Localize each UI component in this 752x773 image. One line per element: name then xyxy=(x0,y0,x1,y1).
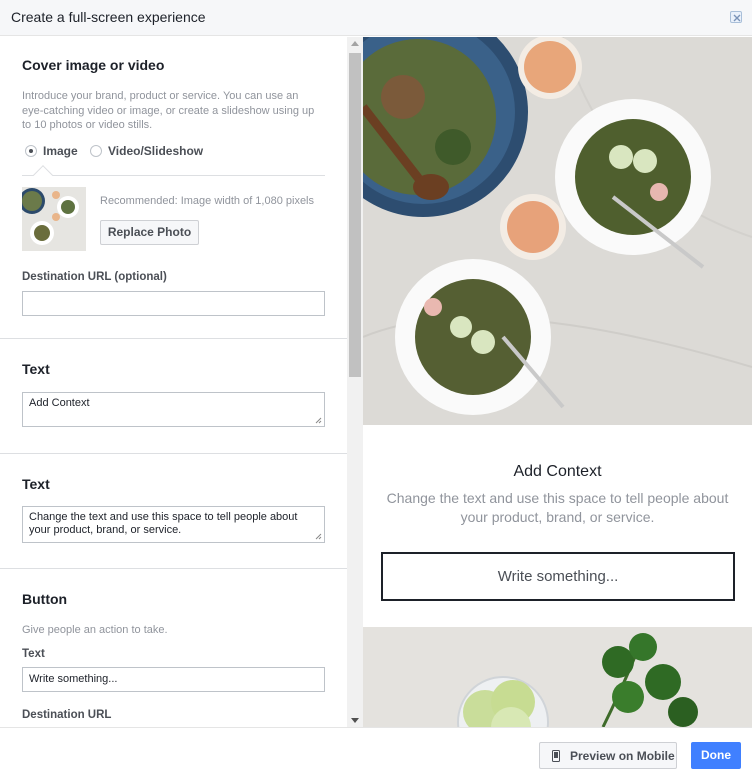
text-input-1-value: Add Context xyxy=(29,397,90,409)
radio-video-label: Video/Slideshow xyxy=(108,144,204,158)
scrollbar-thumb[interactable] xyxy=(349,53,361,377)
replace-photo-button[interactable]: Replace Photo xyxy=(100,220,199,245)
button-text-label: Text xyxy=(22,648,45,660)
preview-card: Add Context Change the text and use this… xyxy=(363,425,752,627)
button-destination-label: Destination URL xyxy=(22,709,112,721)
radio-dot xyxy=(90,145,102,157)
close-button[interactable] xyxy=(730,11,742,23)
scroll-up-icon[interactable] xyxy=(351,41,359,46)
preview-on-mobile-label: Preview on Mobile xyxy=(570,748,675,763)
resize-grip-icon[interactable] xyxy=(315,417,322,424)
text-input-2[interactable]: Change the text and use this space to te… xyxy=(22,506,325,543)
cover-section: Cover image or video Introduce your bran… xyxy=(0,37,347,339)
radio-image-label: Image xyxy=(43,144,78,158)
radio-dot xyxy=(25,145,37,157)
preview-on-mobile-button[interactable]: Preview on Mobile xyxy=(539,742,677,769)
text-input-1[interactable]: Add Context xyxy=(22,392,325,427)
dialog-header: Create a full-screen experience xyxy=(0,0,752,36)
preview-description: Change the text and use this space to te… xyxy=(386,490,729,525)
resize-grip-icon[interactable] xyxy=(315,533,322,540)
image-recommendation: Recommended: Image width of 1,080 pixels xyxy=(100,195,315,207)
radio-video-slideshow[interactable]: Video/Slideshow xyxy=(90,144,203,158)
preview-secondary-image xyxy=(363,627,752,727)
preview-cover-image xyxy=(363,37,752,425)
text-heading-2: Text xyxy=(22,476,50,492)
button-description: Give people an action to take. xyxy=(22,624,168,636)
text-heading-1: Text xyxy=(22,361,50,377)
dialog-title: Create a full-screen experience xyxy=(11,9,206,25)
text-input-2-value: Change the text and use this space to te… xyxy=(29,511,298,536)
preview-panel: Add Context Change the text and use this… xyxy=(363,37,752,727)
radio-image[interactable]: Image xyxy=(25,144,78,158)
media-type-selector: Image Video/Slideshow xyxy=(22,144,325,185)
selection-caret xyxy=(33,165,53,185)
text-section-2: Text Change the text and use this space … xyxy=(0,454,347,569)
mobile-icon xyxy=(552,749,560,762)
preview-cta-button[interactable]: Write something... xyxy=(381,552,735,601)
dialog-footer: Preview on Mobile Done xyxy=(0,727,752,773)
text-section-1: Text Add Context xyxy=(0,339,347,454)
scroll-down-icon[interactable] xyxy=(351,718,359,723)
cover-heading: Cover image or video xyxy=(22,57,165,73)
button-heading: Button xyxy=(22,591,68,607)
destination-url-label: Destination URL (optional) xyxy=(22,271,167,283)
settings-scrollbar[interactable] xyxy=(347,37,363,727)
preview-title: Add Context xyxy=(513,463,602,480)
button-section: Button Give people an action to take. Te… xyxy=(0,569,347,727)
destination-url-input[interactable] xyxy=(22,291,325,316)
cover-thumbnail xyxy=(22,187,86,251)
settings-panel: Cover image or video Introduce your bran… xyxy=(0,37,347,727)
close-icon xyxy=(733,14,741,22)
cover-description: Introduce your brand, product or service… xyxy=(22,90,315,131)
button-text-input[interactable]: Write something... xyxy=(22,667,325,692)
done-button[interactable]: Done xyxy=(691,742,741,769)
